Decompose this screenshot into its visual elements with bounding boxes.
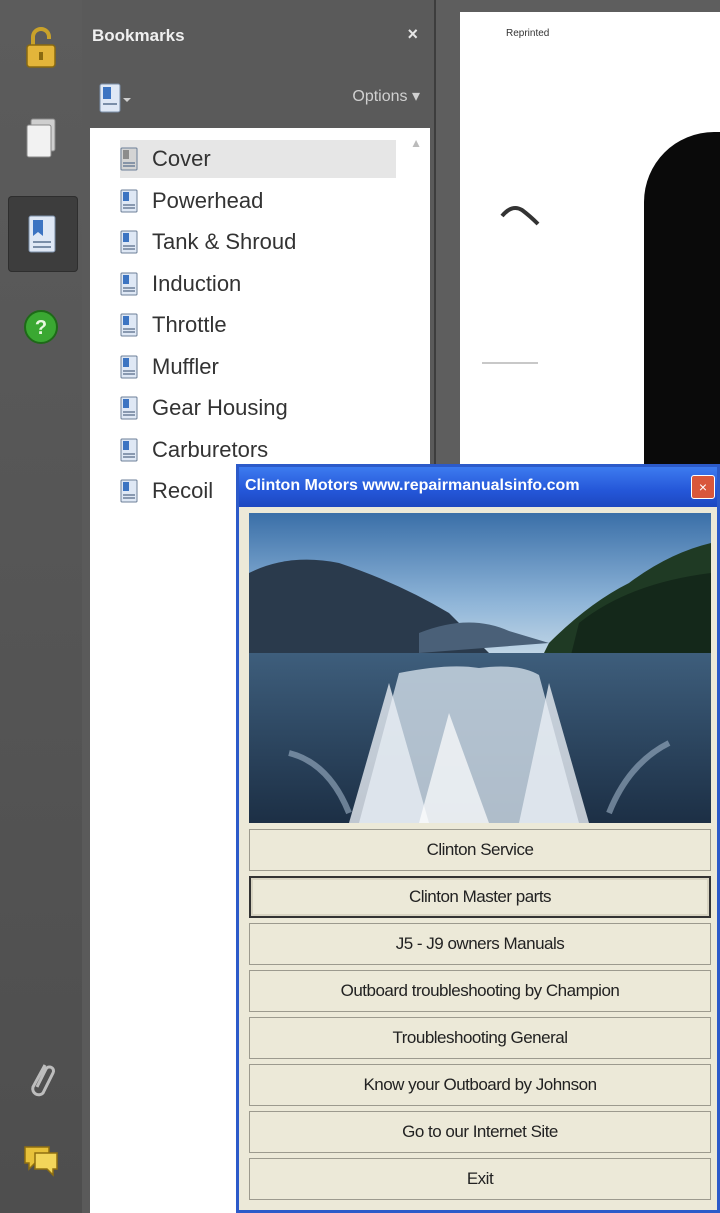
page-rule xyxy=(482,362,538,364)
dialog-menu-button[interactable]: Troubleshooting General xyxy=(249,1017,711,1059)
dialog-menu-button[interactable]: Go to our Internet Site xyxy=(249,1111,711,1153)
dialog-menu-button[interactable]: Clinton Master parts xyxy=(249,876,711,918)
bookmark-item[interactable]: Tank & Shroud xyxy=(120,223,396,261)
panel-title: Bookmarks xyxy=(92,26,185,45)
bookmark-page-icon xyxy=(120,313,138,337)
bookmark-page-icon xyxy=(120,438,138,461)
bookmark-page-icon xyxy=(120,230,138,254)
bookmark-label: Muffler xyxy=(152,353,219,379)
svg-text:?: ? xyxy=(35,317,47,339)
close-panel-button[interactable]: × xyxy=(407,24,418,45)
bookmark-page-icon xyxy=(120,272,138,295)
bookmark-label: Carburetors xyxy=(152,436,269,462)
options-menu-button[interactable]: Options ▾ xyxy=(352,86,420,106)
bookmark-item[interactable]: Throttle xyxy=(120,306,396,344)
bookmark-label: Throttle xyxy=(152,312,227,337)
comments-button[interactable] xyxy=(12,1130,70,1188)
bookmark-label: Powerhead xyxy=(152,187,264,213)
bookmarks-icon xyxy=(28,215,56,253)
bookmark-label: Recoil xyxy=(152,478,214,503)
bookmark-options-icon[interactable] xyxy=(98,82,132,114)
bookmark-item[interactable]: Induction xyxy=(120,265,396,303)
bookmark-page-icon xyxy=(120,189,138,212)
attachment-icon xyxy=(31,1064,55,1097)
bookmark-item[interactable]: Powerhead xyxy=(120,182,396,220)
bookmark-page-icon xyxy=(120,479,138,503)
bookmark-label: Tank & Shroud xyxy=(152,229,297,254)
dialog-menu-button[interactable]: Outboard troubleshooting by Champion xyxy=(249,970,711,1012)
page-mark-icon xyxy=(500,206,540,226)
bookmark-page-icon xyxy=(120,396,138,420)
navigation-rail: ? xyxy=(0,0,83,1213)
bookmark-item[interactable]: Cover xyxy=(120,140,396,178)
help-button[interactable]: ? xyxy=(12,298,70,356)
bookmark-item[interactable]: Gear Housing xyxy=(120,389,396,427)
dialog-close-button[interactable]: × xyxy=(691,475,715,499)
document-page: Reprinted xyxy=(460,12,720,472)
pages-button[interactable] xyxy=(12,110,70,168)
bookmark-label: Gear Housing xyxy=(152,395,288,420)
bookmark-item[interactable]: Carburetors xyxy=(120,431,396,469)
pages-icon xyxy=(26,118,56,158)
page-header-text: Reprinted xyxy=(506,28,550,39)
dialog-titlebar[interactable]: Clinton Motors www.repairmanualsinfo.com… xyxy=(239,467,717,507)
lock-icon xyxy=(26,27,56,68)
clinton-motors-dialog: Clinton Motors www.repairmanualsinfo.com… xyxy=(236,464,720,1213)
lake-boat-wake-photo xyxy=(249,513,711,823)
dialog-menu-button[interactable]: J5 - J9 owners Manuals xyxy=(249,923,711,965)
help-icon: ? xyxy=(24,310,58,344)
security-button[interactable] xyxy=(12,18,70,76)
scroll-up-arrow-icon[interactable]: ▲ xyxy=(410,136,422,150)
bookmark-item[interactable]: Muffler xyxy=(120,348,396,386)
bookmark-label: Cover xyxy=(152,146,211,171)
dialog-menu-button[interactable]: Clinton Service xyxy=(249,829,711,871)
cover-artwork xyxy=(644,132,720,472)
bookmarks-panel-header: Bookmarks × xyxy=(82,0,434,72)
dialog-title: Clinton Motors www.repairmanualsinfo.com xyxy=(245,477,580,494)
dialog-menu-button[interactable]: Know your Outboard by Johnson xyxy=(249,1064,711,1106)
bookmark-page-icon xyxy=(120,147,138,171)
bookmarks-toolbar: Options ▾ xyxy=(82,72,434,126)
bookmark-page-icon xyxy=(120,355,138,378)
bookmarks-button[interactable] xyxy=(8,196,78,272)
dialog-menu-button[interactable]: Exit xyxy=(249,1158,711,1200)
photo-image xyxy=(249,513,711,823)
attachments-button[interactable] xyxy=(12,1052,70,1110)
bookmark-label: Induction xyxy=(152,270,242,296)
comment-icon xyxy=(24,1146,58,1177)
